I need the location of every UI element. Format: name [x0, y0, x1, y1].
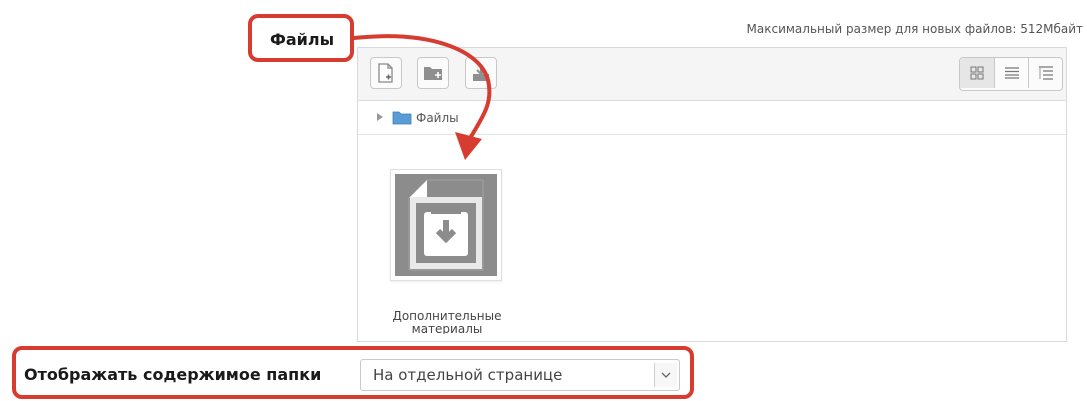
create-folder-button[interactable]	[417, 57, 449, 89]
chevron-down-icon[interactable]	[654, 363, 677, 387]
display-contents-selected: На отдельной странице	[373, 366, 563, 384]
file-manager-toolbar	[358, 48, 1066, 101]
display-contents-select[interactable]: На отдельной странице	[360, 359, 680, 391]
view-tree-button[interactable]	[1028, 58, 1062, 88]
files-label: Файлы	[270, 30, 335, 49]
file-manager: Файлы Дополнительные материалы	[357, 47, 1067, 342]
add-file-button[interactable]	[370, 57, 402, 89]
download-button[interactable]	[465, 57, 497, 89]
max-file-size-text: Максимальный размер для новых файлов: 51…	[746, 22, 1083, 36]
add-file-icon	[378, 63, 393, 83]
view-switcher	[959, 57, 1063, 91]
view-icons-icon	[970, 66, 984, 80]
archive-file-icon	[395, 174, 497, 276]
view-tree-icon	[1038, 66, 1053, 80]
file-name[interactable]: Дополнительные	[372, 308, 522, 324]
expand-arrow-icon[interactable]	[376, 112, 384, 122]
file-thumbnail[interactable]	[390, 169, 502, 281]
view-list-icon	[1004, 67, 1019, 79]
create-folder-icon	[424, 67, 442, 80]
breadcrumb-folder-label[interactable]: Файлы	[416, 111, 459, 125]
breadcrumb: Файлы	[358, 101, 1066, 135]
view-icons-button[interactable]	[960, 58, 994, 88]
download-icon	[473, 65, 489, 81]
folder-icon	[392, 111, 412, 125]
display-contents-label: Отображать содержимое папки	[24, 365, 322, 384]
file-name-continued[interactable]: материалы	[372, 324, 522, 334]
view-list-button[interactable]	[994, 58, 1028, 88]
